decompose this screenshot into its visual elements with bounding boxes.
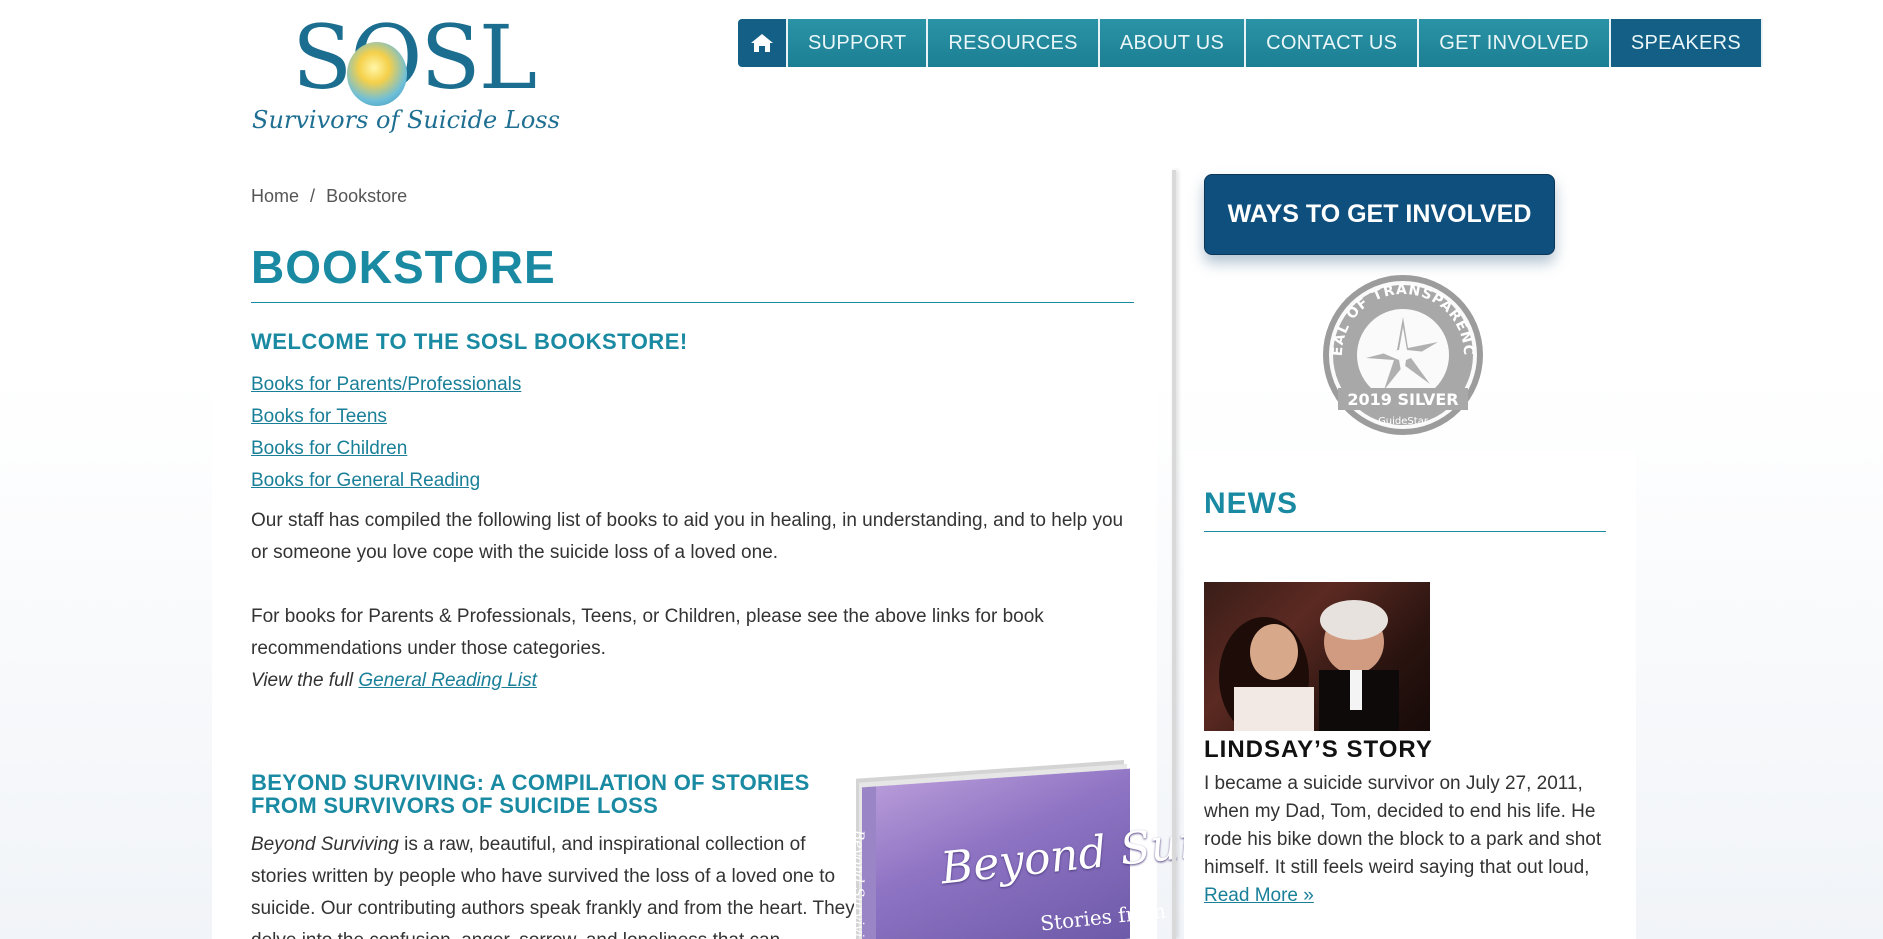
nav-resources[interactable]: RESOURCES <box>928 19 1100 67</box>
link-parents-professionals[interactable]: Books for Parents/Professionals <box>251 369 521 401</box>
nav-contact-us[interactable]: CONTACT US <box>1246 19 1420 67</box>
logo-tagline: Survivors of Suicide Loss <box>252 106 560 134</box>
nav-speakers[interactable]: SPEAKERS <box>1610 19 1764 67</box>
guidestar-seal-icon[interactable]: SEAL OF TRANSPARENCY 2019 SILVER GuideSt… <box>1320 272 1486 438</box>
nav-home-button[interactable] <box>738 19 788 67</box>
breadcrumb: Home / Bookstore <box>251 186 413 207</box>
column-divider <box>1172 170 1176 939</box>
nav-about-us[interactable]: ABOUT US <box>1099 19 1247 67</box>
breadcrumb-current: Bookstore <box>326 186 408 206</box>
view-full-prefix: View the full <box>251 670 354 691</box>
page-title: BOOKSTORE <box>251 240 1134 303</box>
logo-sun-icon <box>347 42 407 106</box>
link-teens[interactable]: Books for Teens <box>251 401 521 433</box>
link-children[interactable]: Books for Children <box>251 433 521 465</box>
link-general-reading[interactable]: Books for General Reading <box>251 465 521 497</box>
read-more-link[interactable]: Read More » <box>1204 885 1314 906</box>
book-title: BEYOND SURVIVING: A COMPILATION OF STORI… <box>251 770 810 818</box>
news-story-excerpt: I became a suicide survivor on July 27, … <box>1204 770 1624 910</box>
seal-org-text: GuideStar <box>1378 416 1429 427</box>
view-full-line: View the full General Reading List <box>251 665 1131 697</box>
nav-support[interactable]: SUPPORT <box>788 19 929 67</box>
logo-wordmark: SOSL <box>292 6 537 109</box>
book-cover-spine: Beyond Survivi <box>850 830 866 938</box>
news-story-title[interactable]: LINDSAY’S STORY <box>1204 736 1433 764</box>
breadcrumb-home[interactable]: Home <box>251 186 299 206</box>
site-logo[interactable]: SOSL Survivors of Suicide Loss <box>252 14 560 162</box>
news-story-photo[interactable] <box>1204 582 1430 731</box>
main-nav: SUPPORT RESOURCES ABOUT US CONTACT US GE… <box>738 19 1764 67</box>
book-description: Beyond Surviving is a raw, beautiful, an… <box>251 829 861 939</box>
breadcrumb-separator: / <box>310 186 316 206</box>
welcome-heading: WELCOME TO THE SOSL BOOKSTORE! <box>251 329 688 354</box>
categories-note: For books for Parents & Professionals, T… <box>251 606 1044 659</box>
intro-paragraph: Our staff has compiled the following lis… <box>251 510 1124 563</box>
general-reading-list-link[interactable]: General Reading List <box>358 670 537 691</box>
news-story-body: I became a suicide survivor on July 27, … <box>1204 773 1602 878</box>
book-desc-title: Beyond Surviving <box>251 834 399 855</box>
news-heading: NEWS <box>1204 487 1606 532</box>
category-links: Books for Parents/Professionals Books fo… <box>251 369 521 497</box>
nav-get-involved[interactable]: GET INVOLVED <box>1419 19 1611 67</box>
home-icon <box>751 34 773 52</box>
ways-to-get-involved-button[interactable]: WAYS TO GET INVOLVED <box>1204 174 1555 255</box>
seal-level-text: 2019 SILVER <box>1347 390 1458 409</box>
